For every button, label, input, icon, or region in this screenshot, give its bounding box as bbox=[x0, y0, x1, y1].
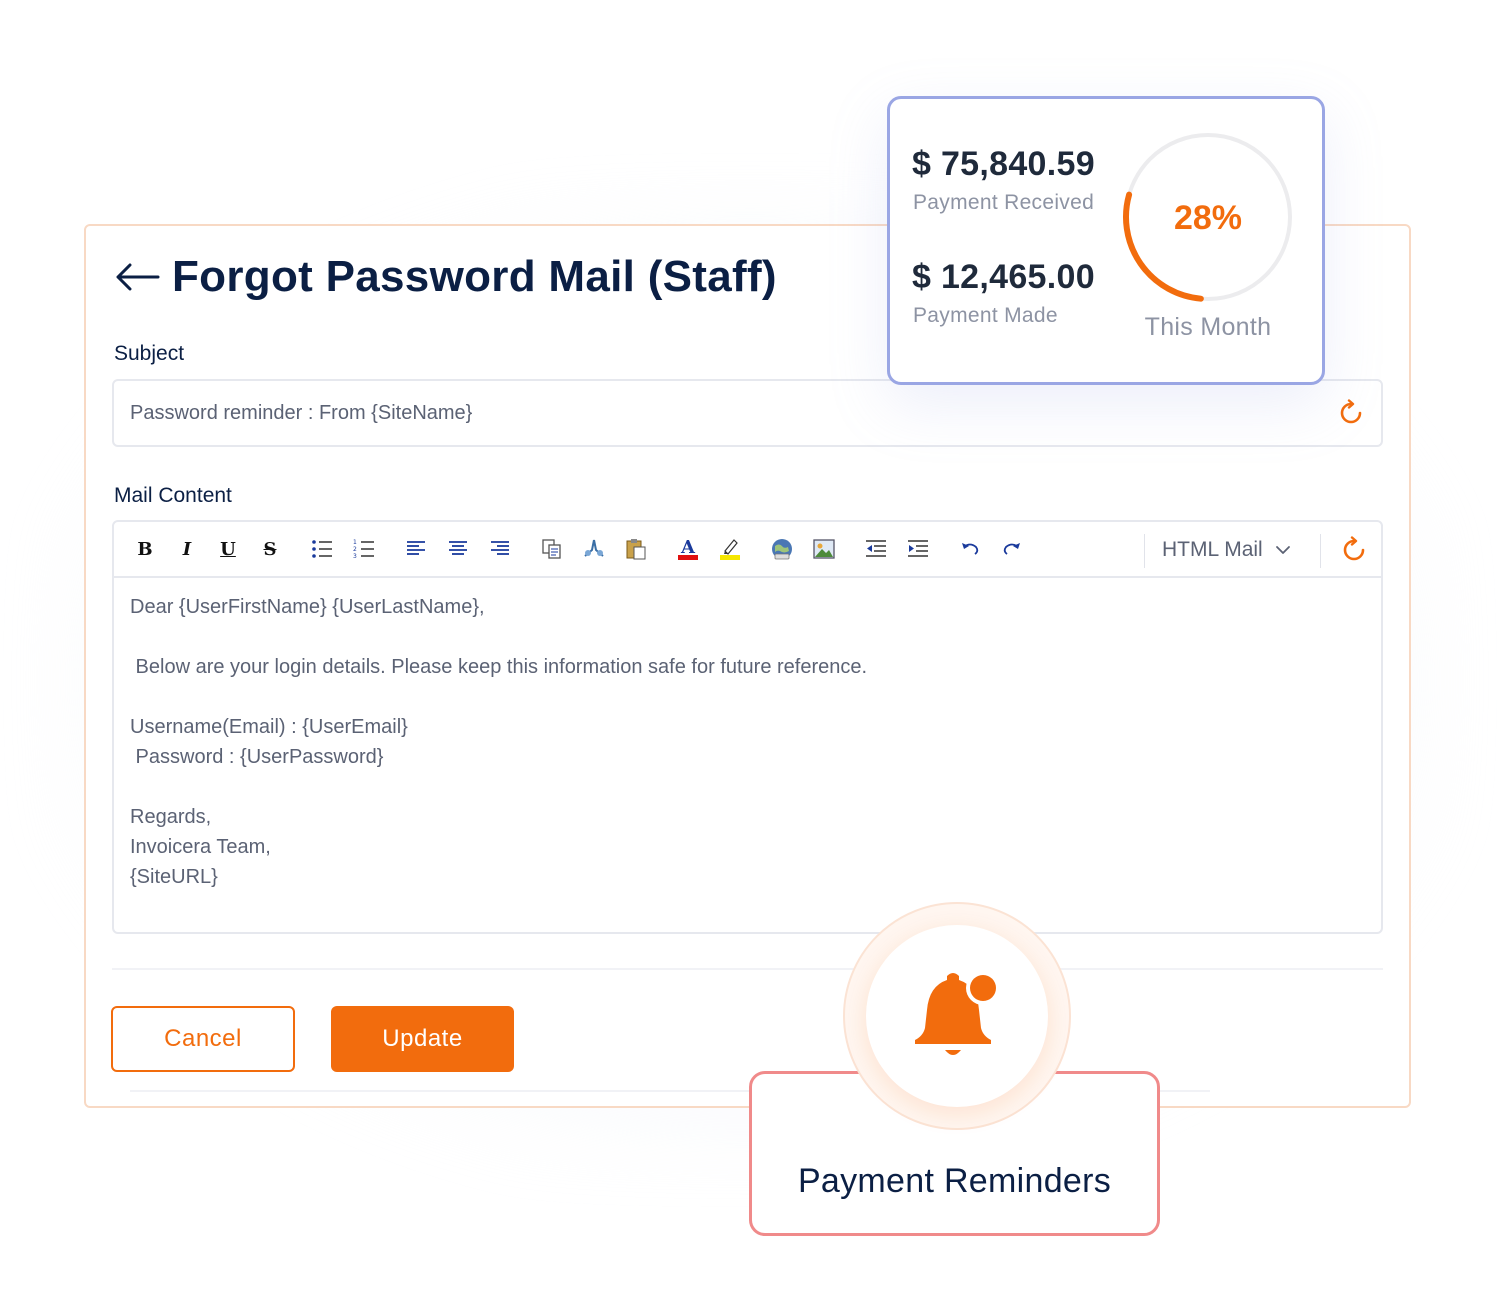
update-button[interactable]: Update bbox=[331, 1006, 514, 1072]
bell-notification-icon bbox=[915, 971, 1000, 1055]
svg-text:1: 1 bbox=[353, 539, 357, 546]
undo-icon[interactable] bbox=[957, 536, 983, 562]
payment-stats-card: $ 75,840.59 Payment Received $ 12,465.00… bbox=[887, 96, 1325, 385]
align-left-icon[interactable] bbox=[403, 536, 429, 562]
numbered-list-icon[interactable]: 123 bbox=[351, 536, 377, 562]
page-title: Forgot Password Mail (Staff) bbox=[172, 252, 777, 301]
copy-icon[interactable] bbox=[539, 536, 565, 562]
strikethrough-icon[interactable]: S bbox=[257, 536, 283, 562]
cancel-button[interactable]: Cancel bbox=[111, 1006, 295, 1072]
bold-icon[interactable]: B bbox=[132, 536, 158, 562]
toolbar-separator bbox=[1320, 534, 1321, 568]
page-header: Forgot Password Mail (Staff) bbox=[114, 252, 777, 302]
cut-icon[interactable] bbox=[581, 536, 607, 562]
mail-content-label: Mail Content bbox=[114, 484, 232, 507]
align-right-icon[interactable] bbox=[487, 536, 513, 562]
subject-input[interactable]: Password reminder : From {SiteName} bbox=[112, 379, 1383, 447]
font-color-icon[interactable]: A bbox=[675, 536, 701, 562]
svg-text:A: A bbox=[680, 537, 696, 558]
back-arrow-icon[interactable] bbox=[114, 261, 160, 293]
redo-icon[interactable] bbox=[999, 536, 1025, 562]
link-globe-icon[interactable] bbox=[769, 536, 795, 562]
chevron-down-icon bbox=[1275, 546, 1290, 554]
highlight-icon[interactable] bbox=[717, 536, 743, 562]
subject-value: Password reminder : From {SiteName} bbox=[130, 401, 473, 424]
subject-reset-icon[interactable] bbox=[1337, 399, 1365, 427]
toolbar-separator bbox=[1144, 534, 1145, 568]
indent-icon[interactable] bbox=[905, 536, 931, 562]
mail-mode-select[interactable]: HTML Mail bbox=[1162, 534, 1291, 566]
divider bbox=[112, 968, 1383, 970]
mail-editor: B I U S 123 A HTML Mail Dear {UserFirstN… bbox=[112, 520, 1383, 934]
mail-mode-value: HTML Mail bbox=[1162, 538, 1263, 561]
subject-label: Subject bbox=[114, 342, 185, 365]
italic-icon[interactable]: I bbox=[174, 536, 200, 562]
payment-received-amount: $ 75,840.59 bbox=[912, 145, 1095, 183]
svg-text:3: 3 bbox=[353, 553, 357, 559]
progress-percent: 28% bbox=[1173, 199, 1243, 237]
payment-made-label: Payment Made bbox=[913, 304, 1058, 327]
align-center-icon[interactable] bbox=[445, 536, 471, 562]
svg-text:2: 2 bbox=[353, 546, 357, 553]
payment-received-label: Payment Received bbox=[913, 191, 1095, 214]
paste-icon[interactable] bbox=[623, 536, 649, 562]
bullet-list-icon[interactable] bbox=[309, 536, 335, 562]
payment-reminders-label: Payment Reminders bbox=[797, 1162, 1112, 1200]
outdent-icon[interactable] bbox=[863, 536, 889, 562]
progress-period: This Month bbox=[1144, 313, 1272, 341]
underline-icon[interactable]: U bbox=[215, 536, 241, 562]
bell-badge bbox=[866, 925, 1048, 1107]
payment-made-amount: $ 12,465.00 bbox=[912, 258, 1095, 296]
mail-body[interactable]: Dear {UserFirstName} {UserLastName}, Bel… bbox=[130, 592, 1360, 892]
image-icon[interactable] bbox=[811, 536, 837, 562]
editor-toolbar: B I U S 123 A HTML Mail bbox=[114, 522, 1381, 578]
content-reset-icon[interactable] bbox=[1340, 536, 1368, 564]
